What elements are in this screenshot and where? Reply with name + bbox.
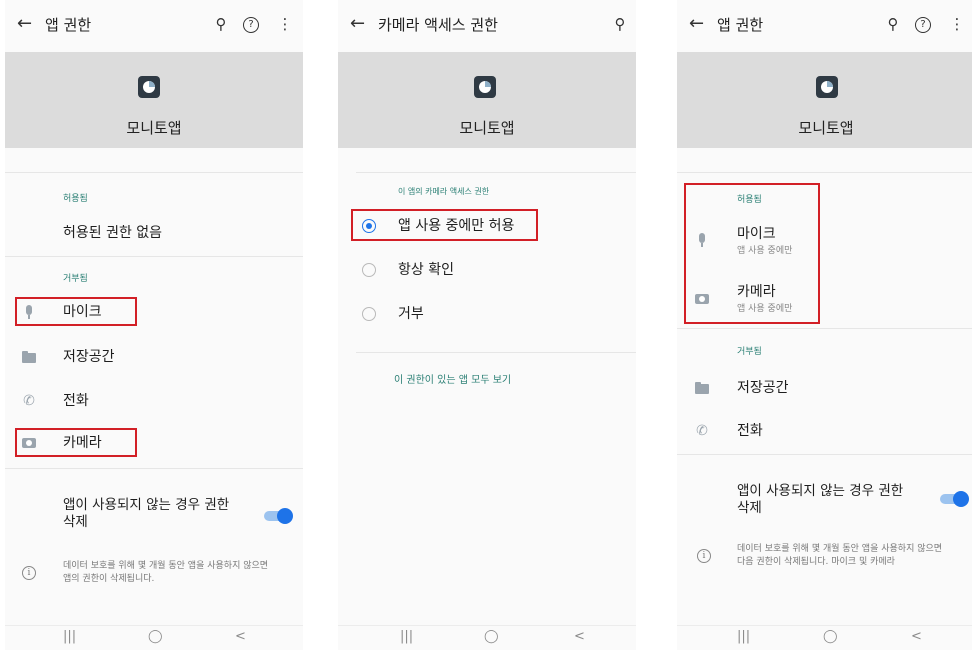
info-text: 데이터 보호를 위해 몇 개월 동안 앱을 사용하지 않으면 bbox=[63, 561, 269, 571]
info-text-cont: 앱의 권한이 삭제됩니다. bbox=[63, 574, 155, 584]
app-logo-icon bbox=[816, 76, 838, 98]
denied-section-header: 거부됨 bbox=[737, 347, 762, 357]
folder-icon bbox=[22, 350, 36, 364]
auto-revoke-label: 앱이 사용되지 않는 경우 권한 bbox=[737, 483, 904, 499]
more-options-icon[interactable]: ⋮ bbox=[275, 14, 295, 34]
recents-icon[interactable]: ||| bbox=[737, 629, 750, 645]
home-icon[interactable]: ◯ bbox=[823, 629, 838, 645]
auto-revoke-label-cont: 삭제 bbox=[63, 514, 88, 530]
auto-revoke-label: 앱이 사용되지 않는 경우 권한 bbox=[63, 497, 230, 513]
radio-unselected[interactable] bbox=[362, 263, 376, 277]
page-title: 카메라 액세스 권한 bbox=[378, 16, 498, 34]
system-navbar: ||| ◯ < bbox=[338, 625, 636, 650]
search-icon[interactable]: ⚲ bbox=[883, 14, 903, 34]
info-text-cont: 다음 권한이 삭제됩니다. 마이크 및 카메라 bbox=[737, 557, 895, 567]
highlight-box bbox=[684, 183, 820, 324]
highlight-box bbox=[15, 428, 137, 457]
page-title: 앱 권한 bbox=[717, 16, 764, 34]
recents-icon[interactable]: ||| bbox=[63, 629, 76, 645]
app-header: 모니토앱 bbox=[5, 52, 303, 148]
search-icon[interactable]: ⚲ bbox=[610, 14, 630, 34]
app-logo-icon bbox=[138, 76, 160, 98]
divider bbox=[356, 172, 636, 173]
denied-section-header: 거부됨 bbox=[63, 274, 88, 284]
highlight-box bbox=[15, 297, 137, 326]
app-header: 모니토앱 bbox=[338, 52, 636, 148]
app-bar: ← 앱 권한 ⚲ ? ⋮ bbox=[5, 0, 303, 52]
app-name: 모니토앱 bbox=[126, 119, 182, 137]
app-bar: ← 카메라 액세스 권한 ⚲ bbox=[338, 0, 636, 52]
allowed-section-header: 허용됨 bbox=[63, 194, 88, 204]
info-text: 데이터 보호를 위해 몇 개월 동안 앱을 사용하지 않으면 bbox=[737, 544, 943, 554]
help-icon[interactable]: ? bbox=[243, 17, 259, 33]
back-arrow-icon[interactable]: ← bbox=[689, 14, 704, 34]
permission-label: 전화 bbox=[737, 423, 763, 439]
back-arrow-icon[interactable]: ← bbox=[17, 14, 32, 34]
screen-app-permissions-before: ← 앱 권한 ⚲ ? ⋮ 모니토앱 허용됨 허용된 권한 없음 거부됨 마이크 … bbox=[5, 0, 303, 650]
divider bbox=[677, 454, 972, 455]
system-navbar: ||| ◯ < bbox=[677, 625, 972, 650]
highlight-box bbox=[351, 209, 538, 241]
divider bbox=[677, 172, 972, 173]
more-options-icon[interactable]: ⋮ bbox=[947, 14, 967, 34]
auto-revoke-label-cont: 삭제 bbox=[737, 500, 762, 516]
system-navbar: ||| ◯ < bbox=[5, 625, 303, 650]
screen-app-permissions-after: ← 앱 권한 ⚲ ? ⋮ 모니토앱 허용됨 마이크 앱 사용 중에만 카메라 앱… bbox=[677, 0, 972, 650]
page-title: 앱 권한 bbox=[45, 16, 92, 34]
divider bbox=[677, 328, 972, 329]
back-icon[interactable]: < bbox=[235, 629, 246, 645]
divider bbox=[5, 256, 303, 257]
info-icon: i bbox=[22, 566, 36, 580]
folder-icon bbox=[695, 381, 709, 395]
home-icon[interactable]: ◯ bbox=[148, 629, 163, 645]
app-logo-icon bbox=[474, 76, 496, 98]
auto-revoke-toggle[interactable] bbox=[264, 508, 293, 524]
help-icon[interactable]: ? bbox=[915, 17, 931, 33]
info-icon: i bbox=[697, 549, 711, 563]
permission-label: 전화 bbox=[63, 393, 89, 409]
permission-label: 저장공간 bbox=[63, 349, 115, 365]
camera-access-section-header: 이 앱의 카메라 액세스 권한 bbox=[398, 187, 490, 196]
no-permission-text: 허용된 권한 없음 bbox=[63, 225, 163, 241]
divider bbox=[5, 468, 303, 469]
search-icon[interactable]: ⚲ bbox=[211, 14, 231, 34]
radio-unselected[interactable] bbox=[362, 307, 376, 321]
divider bbox=[356, 352, 636, 353]
option-label: 항상 확인 bbox=[398, 262, 454, 278]
app-name: 모니토앱 bbox=[459, 119, 515, 137]
see-all-apps-link[interactable]: 이 권한이 있는 앱 모두 보기 bbox=[394, 374, 511, 387]
auto-revoke-toggle[interactable] bbox=[940, 491, 969, 507]
permission-label: 저장공간 bbox=[737, 380, 789, 396]
divider bbox=[5, 172, 303, 173]
home-icon[interactable]: ◯ bbox=[484, 629, 499, 645]
phone-icon: ✆ bbox=[696, 423, 708, 439]
app-name: 모니토앱 bbox=[798, 119, 854, 137]
back-icon[interactable]: < bbox=[911, 629, 922, 645]
back-icon[interactable]: < bbox=[574, 629, 585, 645]
app-header: 모니토앱 bbox=[677, 52, 972, 148]
app-bar: ← 앱 권한 ⚲ ? ⋮ bbox=[677, 0, 972, 52]
recents-icon[interactable]: ||| bbox=[400, 629, 413, 645]
option-label: 거부 bbox=[398, 306, 424, 322]
back-arrow-icon[interactable]: ← bbox=[350, 14, 365, 34]
phone-icon: ✆ bbox=[23, 393, 35, 409]
screen-camera-access: ← 카메라 액세스 권한 ⚲ 모니토앱 이 앱의 카메라 액세스 권한 앱 사용… bbox=[338, 0, 636, 650]
